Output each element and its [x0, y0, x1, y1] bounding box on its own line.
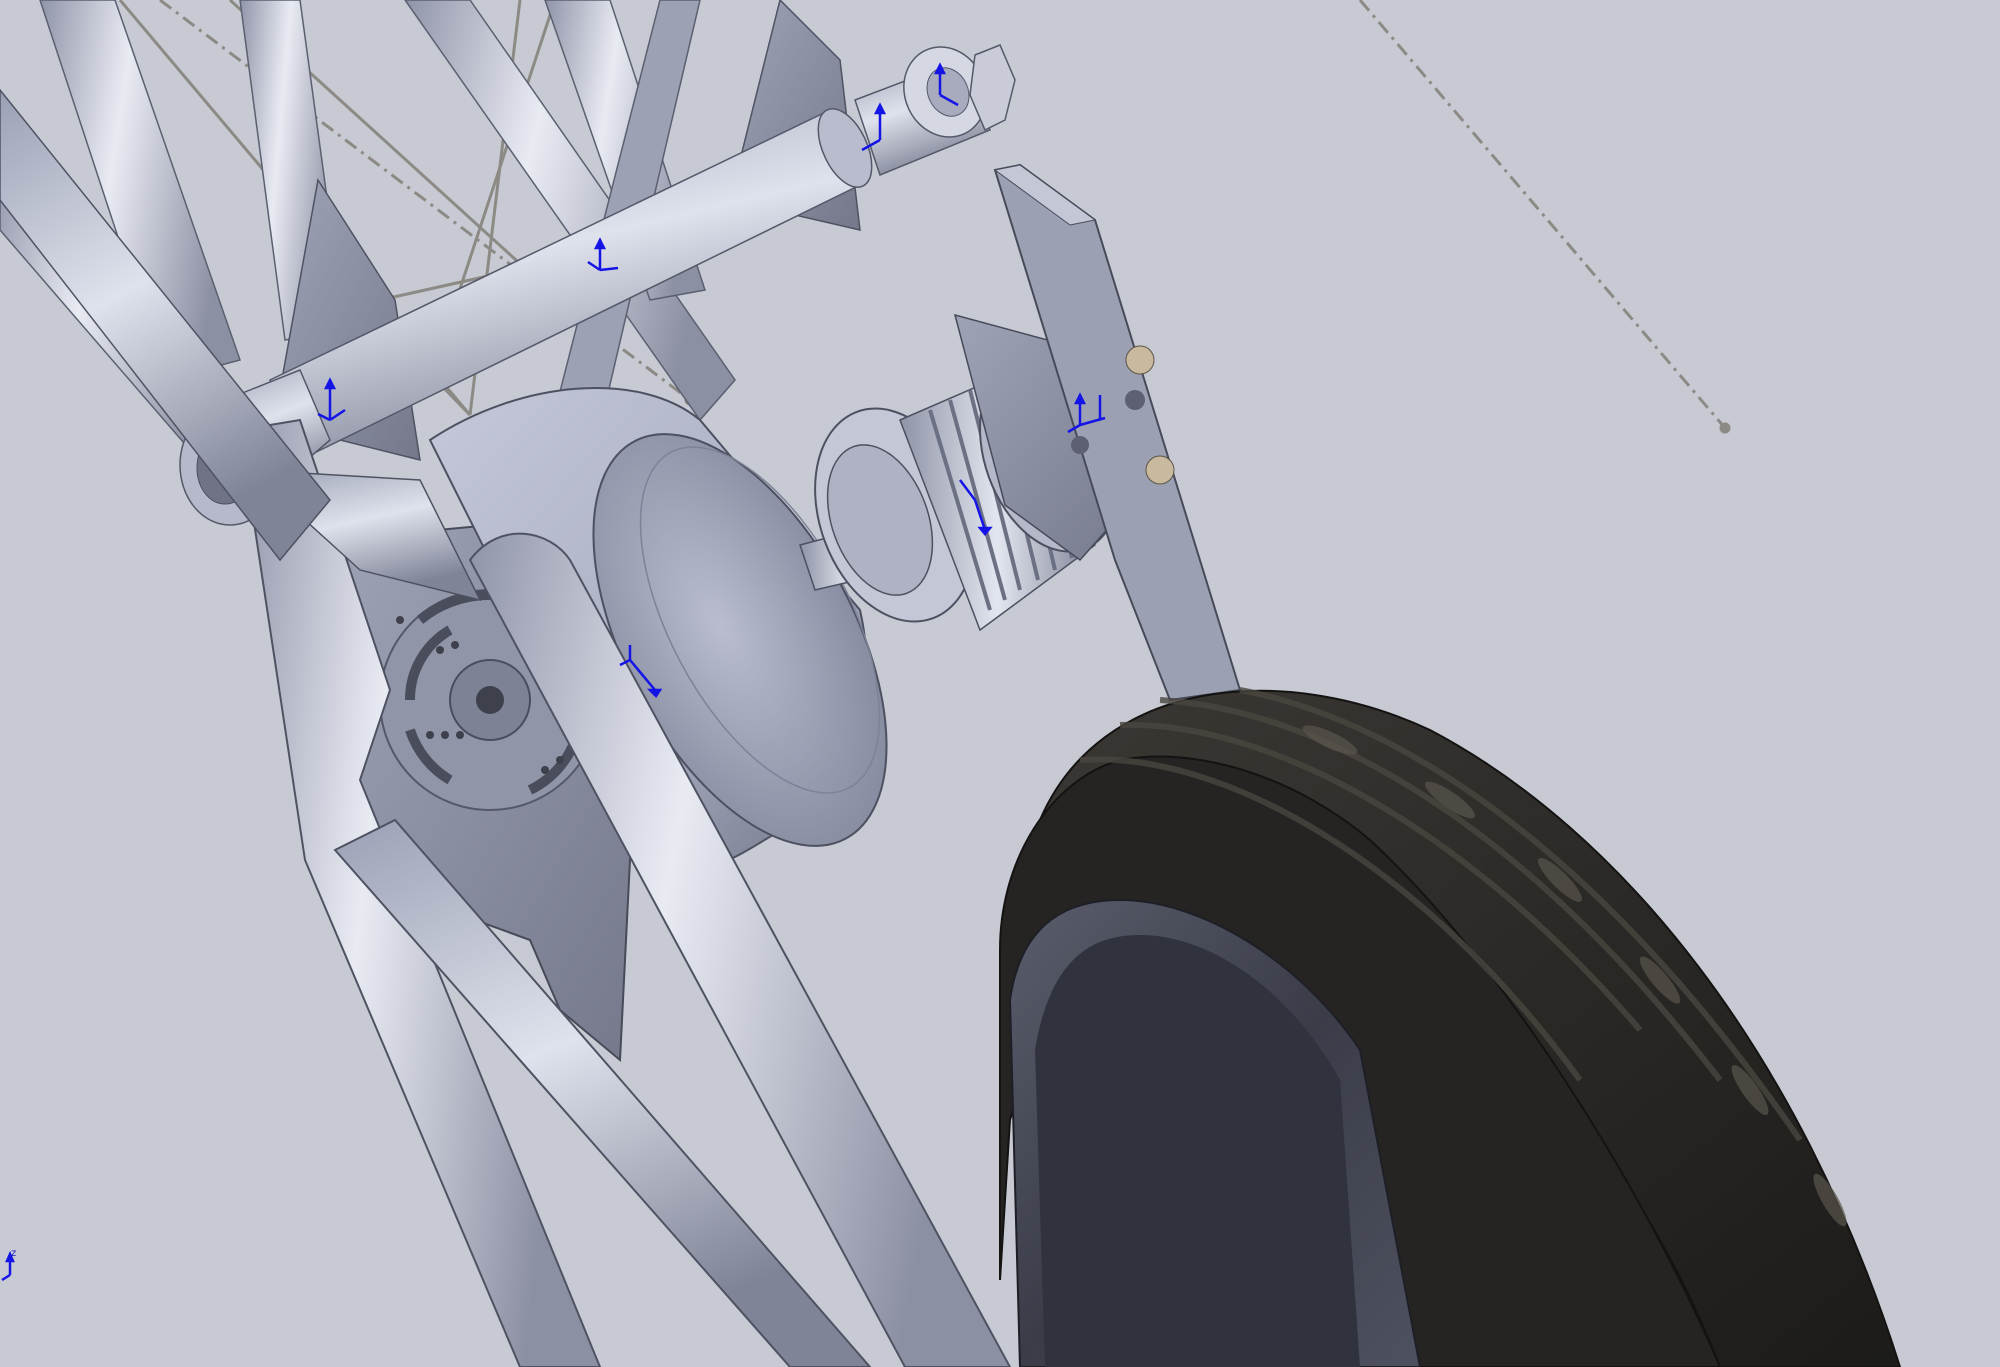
tensioner-bracket[interactable] — [953, 163, 1242, 702]
cad-graphics-area[interactable]: z — [0, 0, 2000, 1367]
triad-axis-label: z — [11, 1248, 17, 1259]
rear-tire[interactable] — [999, 687, 1902, 1367]
cad-model-view[interactable] — [0, 0, 2000, 1367]
